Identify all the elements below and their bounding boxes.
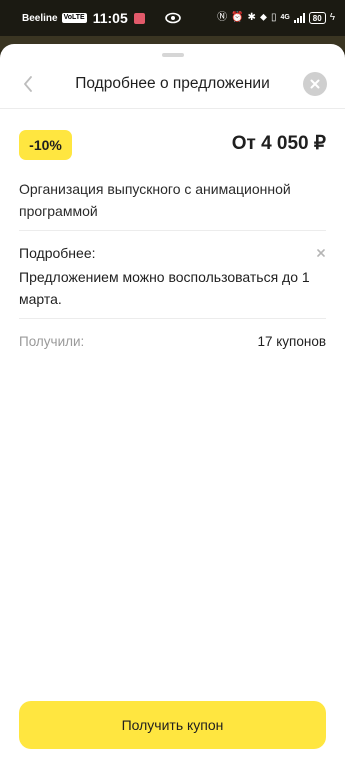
header-divider [0, 108, 345, 109]
clock: 11:05 [92, 10, 128, 26]
offer-description: Организация выпускного с анимационной пр… [19, 181, 291, 219]
received-label: Получили: [19, 334, 85, 349]
received-count: 17 купонов [257, 334, 326, 349]
divider [19, 318, 326, 319]
status-bar: Beeline VoLTE 11:05 Ⓝ ⏰ ✱ ⬥ ▯ 4G 80 ϟ [0, 0, 345, 36]
signal-icon [293, 13, 305, 23]
details-text: Предложением можно воспользоваться до 1 … [19, 269, 310, 307]
vibrate-icon: ▯ [270, 12, 277, 23]
alarm-icon: ⏰ [231, 12, 244, 23]
sheet-header: Подробнее о предложении [0, 62, 345, 106]
page-title: Подробнее о предложении [75, 75, 270, 92]
back-button[interactable] [14, 70, 42, 98]
chevron-left-icon [24, 76, 32, 92]
volte-badge: VoLTE [61, 13, 87, 23]
close-details-icon[interactable] [316, 248, 326, 258]
details-label: Подробнее: [19, 245, 96, 261]
notification-icon [133, 12, 145, 24]
close-icon [310, 79, 320, 89]
offer-price: От 4 050 ₽ [231, 133, 326, 154]
close-button[interactable] [303, 72, 327, 96]
eye-icon [164, 12, 181, 24]
charging-icon: ϟ [329, 12, 335, 23]
location-icon: ⬥ [259, 12, 267, 23]
network-type: 4G [280, 14, 290, 21]
divider [19, 230, 326, 231]
discount-badge: -10% [19, 130, 72, 160]
get-coupon-button[interactable]: Получить купон [19, 701, 326, 749]
sheet-grabber[interactable] [162, 53, 184, 57]
bluetooth-icon: ✱ [247, 12, 256, 23]
carrier-name: Beeline [22, 12, 58, 24]
battery-icon: 80 [308, 12, 326, 24]
nfc-icon: Ⓝ [217, 12, 228, 23]
offer-details-sheet: Подробнее о предложении -10% От 4 050 ₽ … [0, 44, 345, 768]
